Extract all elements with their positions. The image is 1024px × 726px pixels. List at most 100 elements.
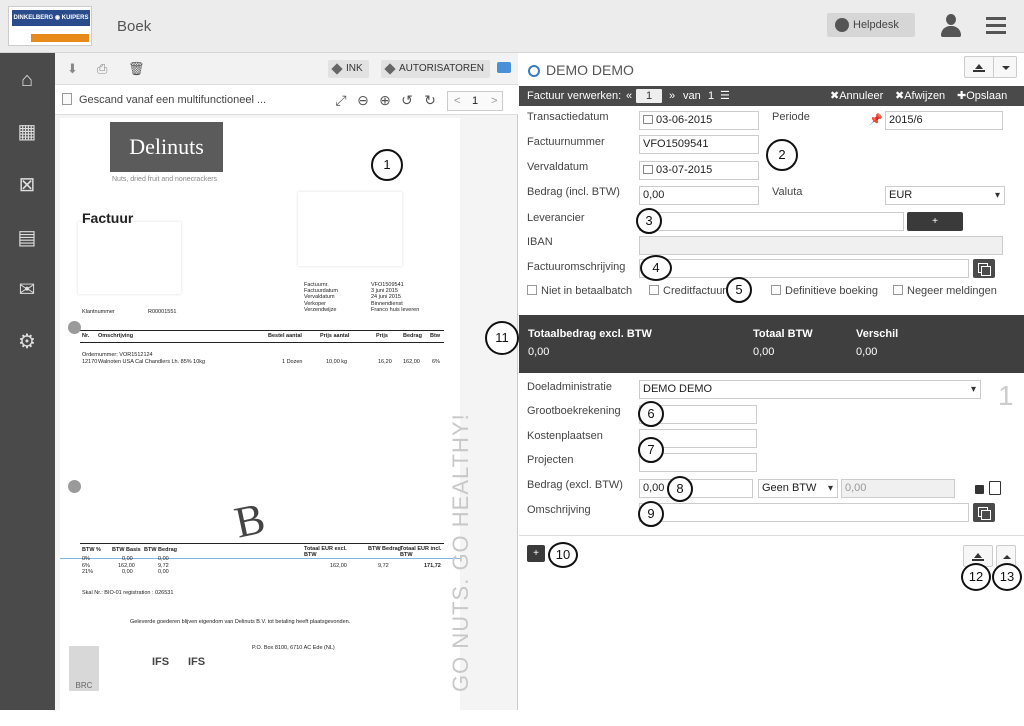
factuurnummer-field[interactable]: VFO1509541 xyxy=(639,135,759,154)
totaal-excl-value: 0,00 xyxy=(528,346,550,358)
invoice-total: 1 xyxy=(708,90,715,102)
callout-5: 5 xyxy=(726,277,752,303)
btw-code-select[interactable]: Geen BTW xyxy=(758,479,838,498)
download-icon[interactable]: ⬇ xyxy=(67,62,81,76)
table-rule-mid xyxy=(80,342,444,343)
vervaldatum-field[interactable]: 03-07-2015 xyxy=(639,161,759,180)
postal-address: P.O. Box 8100, 6710 AC Ede (NL) xyxy=(252,645,335,651)
rotate-left-icon[interactable]: ↺ xyxy=(400,93,414,107)
autorisatoren-tag-button[interactable]: AUTORISATOREN xyxy=(381,60,491,78)
previous-page-button[interactable]: < xyxy=(454,92,460,110)
hamburger-menu-icon[interactable] xyxy=(986,17,1006,35)
invoice-process-bar: Factuur verwerken: « 1 » van 1 ☰ ✖ Annul… xyxy=(519,86,1024,106)
annuleer-button[interactable]: ✖ Annuleer xyxy=(830,86,883,106)
negeer-meldingen-checkbox[interactable] xyxy=(893,285,903,295)
invoice-meta-values: VFO1509541 3 juni 2015 24 juni 2015 Binnend… xyxy=(371,282,420,313)
archive-icon[interactable]: ▤ xyxy=(15,227,39,249)
upload-icon xyxy=(972,551,984,561)
niet-in-betaalbatch-checkbox[interactable] xyxy=(527,285,537,295)
doeladministratie-select[interactable]: DEMO DEMO xyxy=(639,380,981,399)
klantnummer-value: R00001551 xyxy=(148,309,177,315)
document-icon xyxy=(62,93,72,105)
valuta-label: Valuta xyxy=(772,186,803,198)
bedrag-excl-field[interactable]: 0,00 xyxy=(639,479,753,498)
divider xyxy=(519,535,1024,536)
add-leverancier-button[interactable]: + xyxy=(907,212,963,231)
upload-dropdown-button[interactable] xyxy=(993,56,1017,78)
upload-icon xyxy=(973,62,985,72)
next-page-button[interactable]: > xyxy=(491,92,497,110)
upload-button[interactable] xyxy=(964,56,994,78)
chat-icon[interactable] xyxy=(497,62,511,73)
afwijzen-button[interactable]: ✖ Afwijzen xyxy=(895,86,945,106)
document-toolbar: ⬇ ⎙ 🗑 INK AUTORISATOREN xyxy=(55,53,518,85)
pin-icon[interactable]: 📌 xyxy=(869,113,883,126)
settings-gear-icon[interactable]: ⚙ xyxy=(15,331,39,353)
iban-field[interactable] xyxy=(639,236,1003,255)
next-invoice-button[interactable]: » xyxy=(669,86,675,106)
callout-8: 8 xyxy=(667,476,693,502)
zoom-in-icon[interactable]: ⊕ xyxy=(378,93,392,107)
periode-field[interactable]: 2015/6 xyxy=(885,111,1003,130)
factuuromschrijving-label: Factuuromschrijving xyxy=(527,261,626,273)
totals-header: Totaal EUR excl. BTW BTW Bedrag Totaal EUR… xyxy=(304,546,442,559)
totaal-excl-label: Totaalbedrag excl. BTW xyxy=(528,328,652,340)
company-icon xyxy=(528,65,540,77)
list-icon[interactable]: ☰ xyxy=(720,86,730,106)
calculator-icon[interactable] xyxy=(989,481,1001,495)
verschil-value: 0,00 xyxy=(856,346,878,358)
callout-3: 3 xyxy=(636,208,662,234)
definitieve-boeking-checkbox[interactable] xyxy=(771,285,781,295)
grootboekrekening-label: Grootboekrekening xyxy=(527,405,621,417)
opslaan-button[interactable]: ✚ Opslaan xyxy=(957,86,1007,106)
trash-icon[interactable]: 🗑 xyxy=(128,62,145,76)
home-icon[interactable]: ⌂ xyxy=(15,69,39,91)
caret-up-icon xyxy=(1003,551,1011,559)
factuuromschrijving-field[interactable] xyxy=(639,259,969,278)
lock-icon[interactable] xyxy=(975,485,984,494)
callout-2: 2 xyxy=(766,139,798,171)
grid-icon[interactable]: ▦ xyxy=(15,121,39,143)
first-invoice-button[interactable]: « xyxy=(626,86,632,106)
helpdesk-button[interactable]: Helpdesk xyxy=(827,13,915,37)
page-number[interactable]: 1 xyxy=(472,92,478,110)
copy-icon[interactable] xyxy=(973,503,995,522)
bedrag-incl-label: Bedrag (incl. BTW) xyxy=(527,186,620,198)
ink-tag-button[interactable]: INK xyxy=(328,60,369,78)
user-icon[interactable] xyxy=(940,14,962,38)
btw-amount-field[interactable]: 0,00 xyxy=(841,479,955,498)
callout-12: 12 xyxy=(961,563,991,591)
valuta-select[interactable]: EUR xyxy=(885,186,1005,205)
company-logo[interactable]: DINKELBERG ◉ KUIPERS xyxy=(8,6,92,46)
invoice-meta-labels: Factuurnr. Factuurdatum Vervaldatum Verkope… xyxy=(304,282,338,313)
mail-icon[interactable]: ✉ xyxy=(15,279,39,301)
bedrag-incl-field[interactable]: 0,00 xyxy=(639,186,759,205)
callout-1: 1 xyxy=(371,149,403,181)
fit-to-page-icon[interactable]: ⤢ xyxy=(334,93,348,107)
leverancier-field[interactable] xyxy=(639,212,904,231)
print-icon[interactable]: ⎙ xyxy=(97,62,111,76)
copy-icon[interactable] xyxy=(973,259,995,278)
omschrijving-label: Omschrijving xyxy=(527,504,591,516)
invoice-page-input[interactable]: 1 xyxy=(636,89,662,103)
callout-6: 6 xyxy=(638,401,664,427)
logo-subtext xyxy=(31,34,89,42)
inbox-cancel-icon[interactable]: ⊠ xyxy=(15,174,39,196)
helpdesk-label: Helpdesk xyxy=(853,19,899,31)
callout-9: 9 xyxy=(638,501,664,527)
omschrijving-field[interactable] xyxy=(639,503,969,522)
helpdesk-icon xyxy=(835,18,849,32)
zoom-out-icon[interactable]: ⊖ xyxy=(356,93,370,107)
definitieve-boeking-label: Definitieve boeking xyxy=(785,285,878,297)
redacted-address-2 xyxy=(298,192,402,266)
administration-title: DEMO DEMO xyxy=(546,62,634,78)
creditfactuur-checkbox[interactable] xyxy=(649,285,659,295)
add-line-button[interactable]: + xyxy=(527,545,545,562)
process-label: Factuur verwerken: xyxy=(527,90,622,102)
rotate-right-icon[interactable]: ↻ xyxy=(423,93,437,107)
invoice-line-row: 12170 Walnoten USA Cal Chandlers Lh. 85% … xyxy=(82,359,440,365)
transactiedatum-field[interactable]: 03-06-2015 xyxy=(639,111,759,130)
brc-logo: BRC xyxy=(69,646,99,691)
ifs-logo: IFS xyxy=(188,656,206,668)
ifs-logo: IFS xyxy=(152,656,170,668)
